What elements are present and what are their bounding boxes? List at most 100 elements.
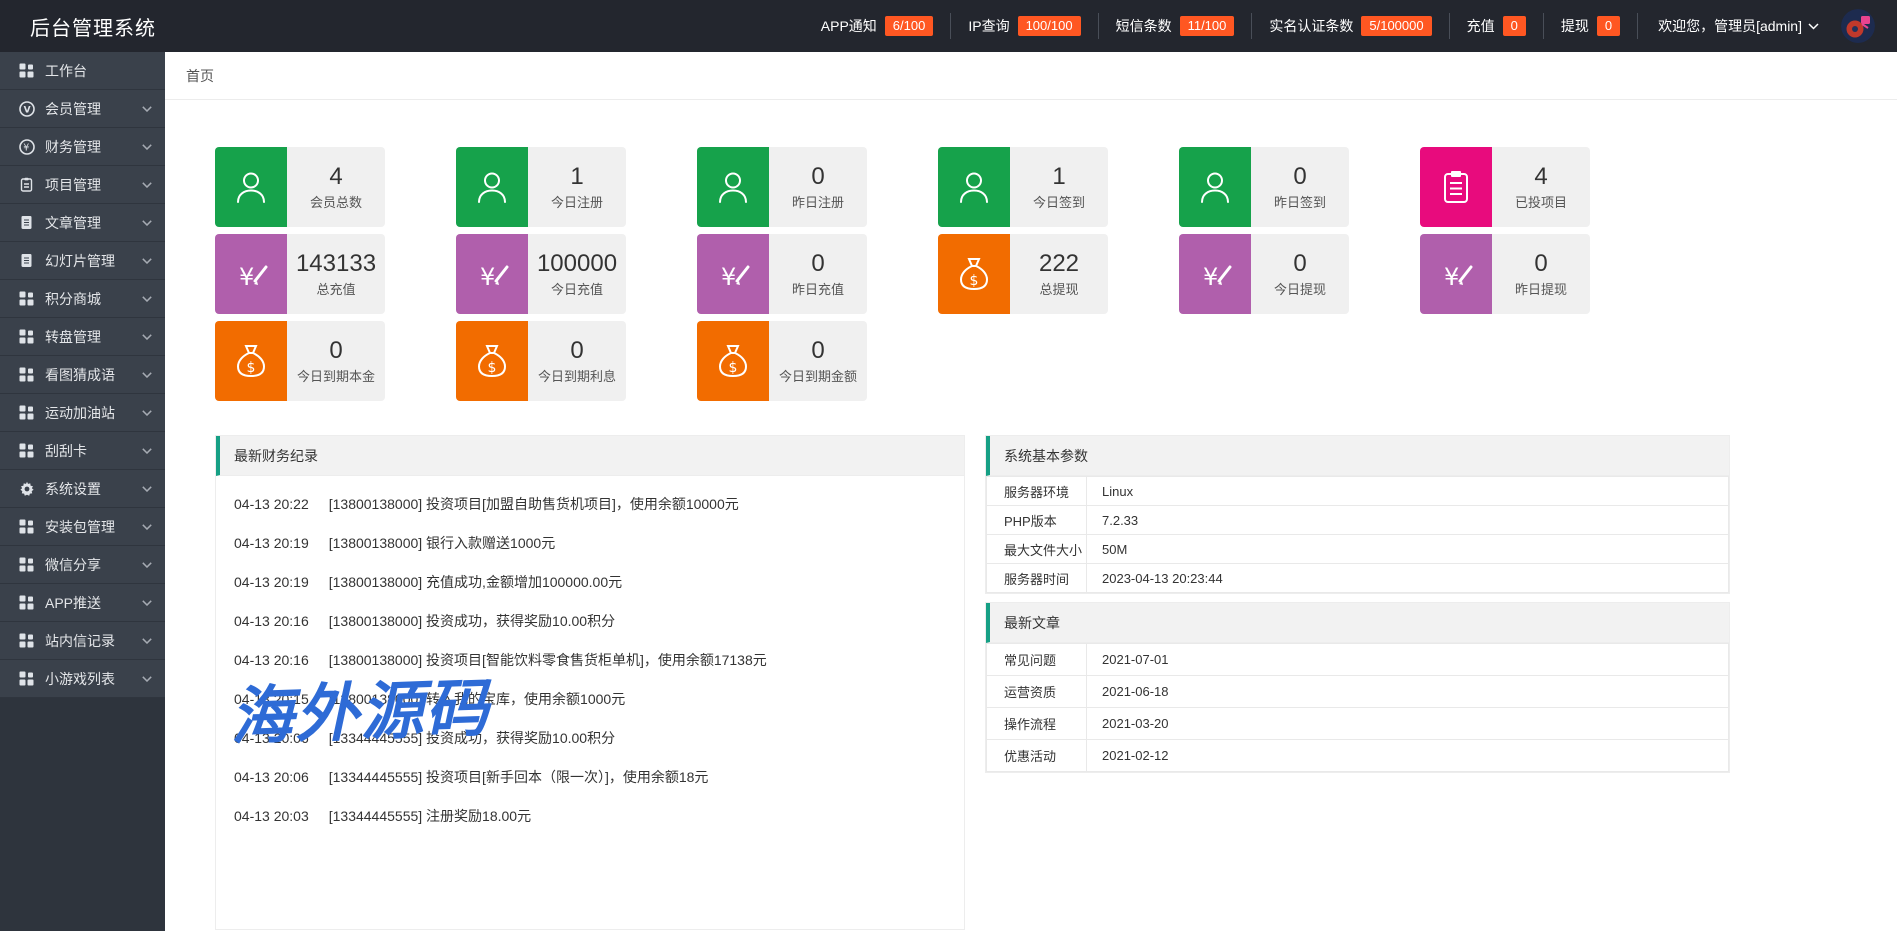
stat-card-body: 222总提现 <box>1010 234 1108 314</box>
header-stat-label: APP通知 <box>821 16 877 36</box>
stat-card-value: 0 <box>811 337 824 365</box>
record-time: 04-13 20:06 <box>234 769 309 785</box>
header-stat-item[interactable]: 充值0 <box>1450 16 1543 37</box>
header-stat-badge: 5/100000 <box>1361 16 1431 37</box>
sidebar-item[interactable]: 文章管理 <box>0 204 165 242</box>
sidebar-item[interactable]: 转盘管理 <box>0 318 165 356</box>
sidebar-item[interactable]: APP推送 <box>0 584 165 622</box>
chevron-down-icon <box>142 106 152 112</box>
sidebar-item[interactable]: 刮刮卡 <box>0 432 165 470</box>
sidebar-item[interactable]: ¥财务管理 <box>0 128 165 166</box>
circle-v-icon: V <box>18 101 35 117</box>
breadcrumb: 首页 <box>165 52 1897 100</box>
record-time: 04-13 20:22 <box>234 496 309 512</box>
doc-icon <box>18 253 35 268</box>
sidebar-item[interactable]: 项目管理 <box>0 166 165 204</box>
stat-card-value: 0 <box>570 337 583 365</box>
chevron-down-icon <box>142 524 152 530</box>
sidebar-item[interactable]: 运动加油站 <box>0 394 165 432</box>
article-row-label: 操作流程 <box>987 708 1087 740</box>
header-stat-item[interactable]: 短信条数11/100 <box>1099 16 1252 37</box>
chevron-down-icon <box>142 562 152 568</box>
money-bag-icon: $ <box>456 321 528 401</box>
stat-card: 1今日签到 <box>938 147 1108 227</box>
stat-card: ¥143133总充值 <box>215 234 385 314</box>
svg-text:¥: ¥ <box>239 263 254 291</box>
panels-row: 最新财务纪录 04-13 20:22[13800138000] 投资项目[加盟自… <box>215 435 1730 930</box>
stat-card: $0今日到期本金 <box>215 321 385 401</box>
financial-record: 04-13 20:03[13344445555] 注册奖励18.00元 <box>234 796 946 835</box>
yen-edit-icon: ¥ <box>697 234 769 314</box>
sidebar-item-label: 运动加油站 <box>45 403 142 423</box>
chevron-down-icon <box>142 638 152 644</box>
top-bar: 后台管理系统 APP通知6/100IP查询100/100短信条数11/100实名… <box>0 0 1897 52</box>
system-param-row-value: Linux <box>1087 477 1729 506</box>
sidebar-item[interactable]: 工作台 <box>0 52 165 90</box>
header-stat-item[interactable]: 提现0 <box>1544 16 1637 37</box>
clipboard-list-icon <box>1420 147 1492 227</box>
panel-header: 最新财务纪录 <box>216 436 964 476</box>
stat-card-body: 100000今日充值 <box>528 234 626 314</box>
header-stat-badge: 0 <box>1597 16 1620 37</box>
record-text: [13800138000] 充值成功,金额增加100000.00元 <box>329 572 622 592</box>
system-param-row: 服务器时间2023-04-13 20:23:44 <box>987 564 1729 593</box>
article-row: 运营资质2021-06-18 <box>987 676 1729 708</box>
panel-system-params: 系统基本参数 服务器环境LinuxPHP版本7.2.33最大文件大小50M服务器… <box>985 435 1730 594</box>
sidebar-item-label: 项目管理 <box>45 175 142 195</box>
sidebar-item-label: APP推送 <box>45 593 142 613</box>
header-stat-item[interactable]: IP查询100/100 <box>951 16 1097 37</box>
sidebar-item[interactable]: 幻灯片管理 <box>0 242 165 280</box>
stat-card-body: 143133总充值 <box>287 234 385 314</box>
system-params-table: 服务器环境LinuxPHP版本7.2.33最大文件大小50M服务器时间2023-… <box>986 476 1729 593</box>
sidebar-item[interactable]: 积分商城 <box>0 280 165 318</box>
record-time: 04-13 20:15 <box>234 691 309 707</box>
system-param-row: PHP版本7.2.33 <box>987 506 1729 535</box>
stat-card: 4已投项目 <box>1420 147 1590 227</box>
chevron-down-icon <box>142 258 152 264</box>
sidebar-item[interactable]: 站内信记录 <box>0 622 165 660</box>
stat-card-value: 4 <box>1534 163 1547 191</box>
sidebar-item-label: 小游戏列表 <box>45 669 142 689</box>
system-param-row-label: 服务器环境 <box>987 477 1087 506</box>
sidebar-item[interactable]: 微信分享 <box>0 546 165 584</box>
breadcrumb-home-link[interactable]: 首页 <box>186 66 214 86</box>
user-menu[interactable]: 欢迎您，管理员[admin] <box>1638 16 1833 36</box>
stat-card-body: 0昨日注册 <box>769 147 867 227</box>
sidebar-item[interactable]: 看图猜成语 <box>0 356 165 394</box>
header-stat-label: IP查询 <box>968 16 1009 36</box>
person-icon <box>697 147 769 227</box>
header-stat-item[interactable]: 实名认证条数5/100000 <box>1252 16 1448 37</box>
article-row-label: 运营资质 <box>987 676 1087 708</box>
system-param-row: 最大文件大小50M <box>987 535 1729 564</box>
sidebar-item[interactable]: 系统设置 <box>0 470 165 508</box>
sidebar-item[interactable]: 小游戏列表 <box>0 660 165 698</box>
chevron-down-icon <box>142 372 152 378</box>
grid-icon <box>18 63 35 78</box>
sidebar-item[interactable]: V会员管理 <box>0 90 165 128</box>
header-stat-label: 短信条数 <box>1116 16 1172 36</box>
record-text: [13800138000] 转入我的宝库，使用余额1000元 <box>329 689 625 709</box>
sidebar-item[interactable]: 安装包管理 <box>0 508 165 546</box>
header-stat-item[interactable]: APP通知6/100 <box>804 16 951 37</box>
stat-card-label: 今日到期金额 <box>779 366 857 385</box>
system-param-row-label: PHP版本 <box>987 506 1087 535</box>
stat-card-body: 0昨日提现 <box>1492 234 1590 314</box>
stat-card-value: 4 <box>329 163 342 191</box>
article-row-value: 2021-03-20 <box>1087 708 1729 740</box>
sidebar-item-label: 微信分享 <box>45 555 142 575</box>
content: 4会员总数1今日注册0昨日注册1今日签到0昨日签到4已投项目¥143133总充值… <box>215 147 1730 930</box>
grid-icon <box>18 443 35 458</box>
welcome-text: 欢迎您，管理员[admin] <box>1658 16 1802 36</box>
grid-icon <box>18 557 35 572</box>
grid-icon <box>18 291 35 306</box>
svg-text:$: $ <box>970 273 979 289</box>
article-row-label: 优惠活动 <box>987 740 1087 772</box>
svg-text:¥: ¥ <box>721 263 736 291</box>
chevron-down-icon <box>142 600 152 606</box>
record-text: [13800138000] 银行入款赠送1000元 <box>329 533 555 553</box>
svg-text:$: $ <box>729 360 738 376</box>
stat-card-value: 0 <box>811 250 824 278</box>
avatar[interactable] <box>1841 9 1875 43</box>
stat-card-label: 总充值 <box>316 279 355 298</box>
chevron-down-icon <box>142 486 152 492</box>
